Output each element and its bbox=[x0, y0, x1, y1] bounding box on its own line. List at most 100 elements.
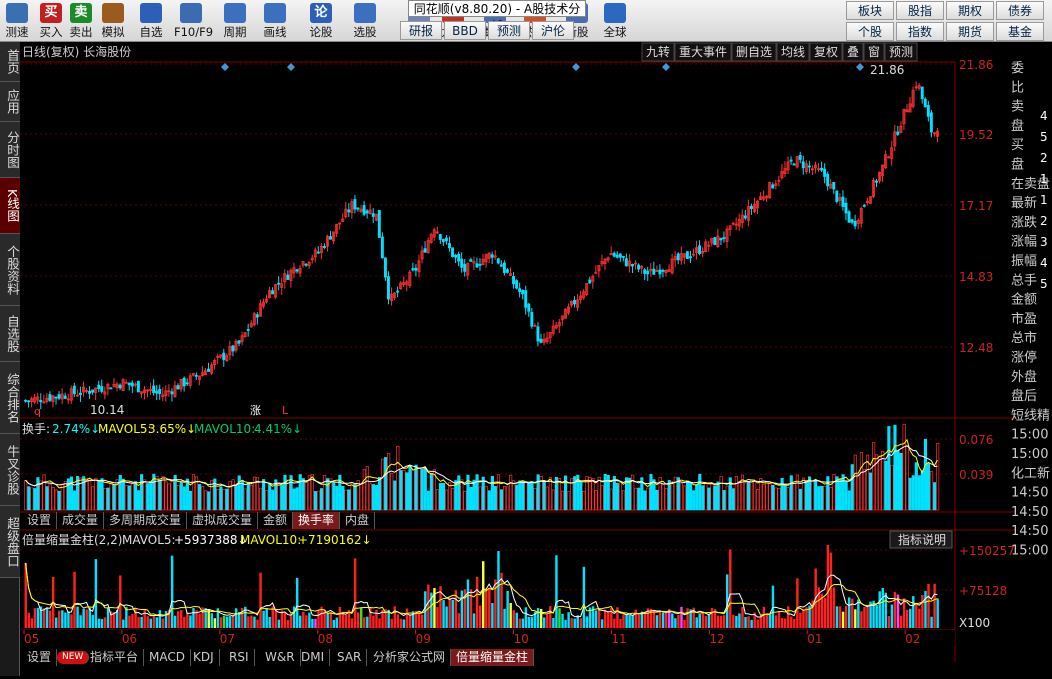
indicator-tab-9[interactable]: 分析家公式网 bbox=[368, 649, 452, 666]
indicator-bar bbox=[390, 618, 393, 628]
indicator-bar bbox=[909, 608, 912, 628]
toolbar-tab-1[interactable]: BBD bbox=[444, 21, 486, 40]
indicator-tab-0[interactable]: 设置 bbox=[22, 649, 58, 666]
market-tab-板块[interactable]: 板块 bbox=[846, 1, 894, 20]
volume-tab-0[interactable]: 设置 bbox=[22, 512, 58, 529]
candle-body bbox=[612, 252, 616, 257]
chart-title: 日线(复权) 长海股份 bbox=[22, 44, 131, 59]
sidebar-item-3[interactable]: K线图 bbox=[0, 178, 20, 234]
indicator-tab-2[interactable]: 指标平台 bbox=[85, 649, 145, 666]
indicator-bar bbox=[780, 618, 784, 628]
volume-bar bbox=[344, 489, 348, 511]
market-tab-期货[interactable]: 期货 bbox=[946, 22, 994, 41]
indicator-bar bbox=[854, 609, 857, 628]
toolbar-clock-button[interactable]: 周期 bbox=[218, 0, 252, 42]
indicator-bar bbox=[573, 618, 576, 628]
indicator-bar bbox=[155, 617, 159, 628]
indicator-bar bbox=[844, 605, 848, 628]
indicator-tab-5[interactable]: RSI bbox=[224, 649, 255, 666]
volume-bar bbox=[271, 489, 275, 511]
month-label: 01 bbox=[807, 632, 822, 646]
candle-body bbox=[97, 384, 101, 390]
toolbar-pencil-button[interactable]: 画线 bbox=[258, 0, 292, 42]
indicator-tab-3[interactable]: MACD bbox=[144, 649, 191, 666]
indicator-bar bbox=[329, 612, 332, 628]
market-tab-股指[interactable]: 股指 bbox=[896, 1, 944, 20]
sidebar-item-0[interactable]: 首页 bbox=[0, 42, 20, 82]
toolbar-tab-2[interactable]: 预测 bbox=[488, 21, 530, 40]
indicator-bar bbox=[460, 590, 464, 628]
volume-bar bbox=[457, 475, 461, 511]
indicator-tab-10[interactable]: 倍量缩量金柱 bbox=[451, 649, 535, 666]
indicator-tab-8[interactable]: SAR bbox=[332, 649, 368, 666]
volume-tab-2[interactable]: 多周期成交量 bbox=[104, 512, 188, 529]
volume-bar bbox=[689, 482, 693, 511]
toolbar-sell-button[interactable]: 卖卖出 bbox=[64, 0, 98, 42]
month-label: 09 bbox=[416, 632, 431, 646]
volume-bar bbox=[48, 483, 52, 511]
month-label: 07 bbox=[220, 632, 235, 646]
volume-bar bbox=[442, 483, 446, 511]
chart-canvas[interactable]: 日线(复权) 长海股份 九转 重大事件 删自选 均线 复权叠窗预测 21.86 19.52 17… bbox=[20, 42, 1052, 676]
volume-bar bbox=[503, 486, 507, 511]
indicator-tab-6[interactable]: W&R bbox=[260, 649, 301, 666]
indicator-bar bbox=[42, 608, 46, 628]
indicator-bar bbox=[539, 608, 543, 628]
price-tick: 12.48 bbox=[959, 341, 993, 355]
header-label: 预测 bbox=[889, 45, 913, 59]
volume-tab-6[interactable]: 内盘 bbox=[340, 512, 376, 529]
toolbar-tab-3[interactable]: 沪伦 bbox=[532, 21, 574, 40]
sidebar-item-4[interactable]: 个股资料 bbox=[0, 234, 20, 306]
sidebar-item-6[interactable]: 综合排名 bbox=[0, 362, 20, 434]
toolbar-select-button[interactable]: 选股 bbox=[348, 0, 382, 42]
candle-body bbox=[832, 181, 836, 190]
volume-bar bbox=[201, 486, 205, 511]
volume-tab-1[interactable]: 成交量 bbox=[57, 512, 105, 529]
sidebar-item-5[interactable]: 自选股 bbox=[0, 306, 20, 362]
candle-body bbox=[646, 270, 650, 275]
volume-bar bbox=[756, 489, 760, 511]
volume-bar bbox=[140, 474, 144, 511]
candle-body bbox=[792, 163, 796, 166]
volume-bar bbox=[414, 464, 418, 511]
volume-bar bbox=[506, 486, 510, 511]
volume-tab-4[interactable]: 金额 bbox=[258, 512, 294, 529]
toolbar-f10-button[interactable]: F10/F9 bbox=[174, 0, 213, 42]
low-price-label: 10.14 bbox=[90, 403, 124, 417]
indicator-bar bbox=[796, 578, 799, 628]
indicator-tab-7[interactable]: DMI bbox=[296, 649, 331, 666]
market-tab-期权[interactable]: 期权 bbox=[946, 1, 994, 20]
volume-bar bbox=[719, 475, 723, 511]
toolbar-chat-button[interactable]: 论论股 bbox=[304, 0, 338, 42]
sidebar-item-8[interactable]: 超级盘口 bbox=[0, 506, 20, 578]
indicator-tab-4[interactable]: KDJ bbox=[188, 649, 220, 666]
market-tab-个股[interactable]: 个股 bbox=[846, 22, 894, 41]
toolbar-buy-button[interactable]: 买买入 bbox=[34, 0, 68, 42]
sidebar-item-2[interactable]: 分时图 bbox=[0, 122, 20, 178]
indicator-bar bbox=[213, 618, 217, 628]
l-marker: L bbox=[282, 404, 289, 417]
toolbar-hammer-button[interactable]: 模拟 bbox=[96, 0, 130, 42]
volume-tab-3[interactable]: 虚拟成交量 bbox=[187, 512, 259, 529]
toolbar-star-button[interactable]: 自选 bbox=[134, 0, 168, 42]
sidebar-item-7[interactable]: 牛叉诊股 bbox=[0, 434, 20, 506]
volume-bar bbox=[384, 457, 388, 511]
toolbar-tab-0[interactable]: 研报 bbox=[400, 21, 442, 40]
market-tab-基金[interactable]: 基金 bbox=[996, 22, 1044, 41]
volume-bar bbox=[518, 480, 522, 511]
header-label: 九转 bbox=[646, 44, 670, 59]
market-tab-指数[interactable]: 指数 bbox=[896, 22, 944, 41]
right-panel-text: 比 bbox=[1011, 80, 1024, 95]
vol-ma10-label: MAVOL10: bbox=[194, 422, 255, 436]
volume-bar bbox=[789, 475, 793, 511]
candle-body bbox=[652, 268, 656, 275]
market-tab-债券[interactable]: 债券 bbox=[996, 1, 1044, 20]
toolbar-speed-button[interactable]: 测速 bbox=[0, 0, 34, 42]
hammer-icon bbox=[102, 3, 124, 23]
sidebar-item-1[interactable]: 应用 bbox=[0, 82, 20, 122]
volume-bar bbox=[435, 489, 440, 511]
volume-bar bbox=[371, 484, 375, 511]
window-title: 同花顺(v8.80.20) - A股技术分析 bbox=[408, 0, 586, 33]
toolbar-globe-button[interactable]: 全球 bbox=[598, 0, 632, 42]
volume-tab-5[interactable]: 换手率 bbox=[293, 512, 341, 529]
